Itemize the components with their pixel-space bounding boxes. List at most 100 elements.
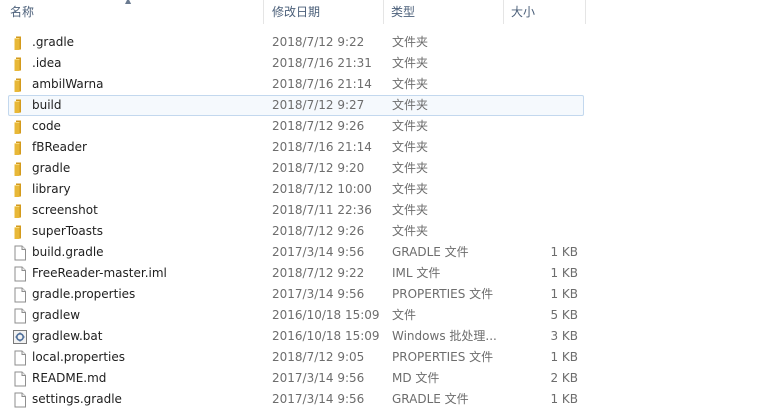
file-modified-date: 2018/7/16 21:14 (272, 140, 372, 154)
file-icon (12, 371, 28, 387)
column-header-type[interactable]: 类型 (384, 0, 504, 24)
column-header-date[interactable]: 修改日期 (264, 0, 384, 24)
file-size: 2 KB (550, 371, 578, 385)
file-size (509, 33, 578, 52)
batch-file-icon (12, 329, 28, 345)
folder-row[interactable]: superToasts 2018/7/12 9:26 文件夹 (8, 221, 584, 242)
file-name: screenshot (32, 203, 98, 217)
file-row[interactable]: settings.gradle 2017/3/14 9:56 GRADLE 文件 1 … (8, 389, 584, 409)
file-row[interactable]: FreeReader-master.iml 2018/7/12 9:22 IML 文… (8, 263, 584, 284)
file-type: 文件夹 (392, 182, 429, 196)
file-name: fBReader (32, 140, 87, 154)
column-header-size-label: 大小 (511, 5, 536, 19)
folder-icon (12, 224, 28, 240)
folder-icon (12, 77, 28, 93)
column-header-bar: 名称 ▲ 修改日期 类型 大小 (0, 0, 586, 24)
folder-icon (12, 161, 28, 177)
file-name: FreeReader-master.iml (32, 266, 167, 280)
folder-icon (12, 119, 28, 135)
file-size (509, 54, 578, 73)
file-size (509, 159, 578, 178)
file-type: IML 文件 (392, 266, 441, 280)
folder-row[interactable]: library 2018/7/12 10:00 文件夹 (8, 179, 584, 200)
file-size: 1 KB (550, 392, 578, 406)
file-name: README.md (32, 371, 107, 385)
file-name: .idea (32, 56, 62, 70)
file-name: build.gradle (32, 245, 104, 259)
folder-icon (12, 98, 28, 114)
column-header-type-label: 类型 (391, 5, 416, 19)
file-icon (12, 266, 28, 282)
file-type: MD 文件 (392, 371, 440, 385)
file-icon (12, 308, 28, 324)
file-row[interactable]: local.properties 2018/7/12 9:05 PROPERTIES… (8, 347, 584, 368)
folder-icon (12, 182, 28, 198)
folder-row[interactable]: fBReader 2018/7/16 21:14 文件夹 (8, 137, 584, 158)
file-icon (12, 350, 28, 366)
file-size: 1 KB (550, 245, 578, 259)
file-modified-date: 2017/3/14 9:56 (272, 245, 365, 259)
file-modified-date: 2018/7/12 9:27 (272, 98, 365, 112)
file-type: 文件夹 (392, 77, 429, 91)
file-name: gradle (32, 161, 71, 175)
file-icon (12, 245, 28, 261)
folder-row[interactable]: gradle 2018/7/12 9:20 文件夹 (8, 158, 584, 179)
file-modified-date: 2017/3/14 9:56 (272, 392, 365, 406)
file-modified-date: 2018/7/11 22:36 (272, 203, 372, 217)
file-type: 文件夹 (392, 98, 429, 112)
file-name: gradlew (32, 308, 81, 322)
file-row[interactable]: build.gradle 2017/3/14 9:56 GRADLE 文件 1 KB (8, 242, 584, 263)
file-modified-date: 2018/7/12 9:26 (272, 224, 365, 238)
file-type: 文件夹 (392, 224, 429, 238)
file-modified-date: 2017/3/14 9:56 (272, 371, 365, 385)
file-modified-date: 2018/7/16 21:14 (272, 77, 372, 91)
column-header-size[interactable]: 大小 (504, 0, 586, 24)
file-size: 5 KB (550, 308, 578, 322)
folder-row[interactable]: ambilWarna 2018/7/16 21:14 文件夹 (8, 74, 584, 95)
file-modified-date: 2016/10/18 15:09 (272, 308, 380, 322)
folder-row[interactable]: build 2018/7/12 9:27 文件夹 (8, 95, 584, 116)
file-modified-date: 2016/10/18 15:09 (272, 329, 380, 343)
file-row[interactable]: gradle.properties 2017/3/14 9:56 PROPERTIE… (8, 284, 584, 305)
file-type: 文件夹 (392, 56, 429, 70)
file-name: code (32, 119, 61, 133)
file-size (509, 201, 578, 220)
column-header-name[interactable]: 名称 ▲ (0, 0, 264, 24)
file-type: PROPERTIES 文件 (392, 287, 494, 301)
file-size: 1 KB (550, 266, 578, 280)
file-row[interactable]: gradlew.bat 2016/10/18 15:09 Windows 批处理..… (8, 326, 584, 347)
file-modified-date: 2018/7/12 9:26 (272, 119, 365, 133)
column-header-name-label: 名称 (10, 5, 35, 19)
folder-row[interactable]: .idea 2018/7/16 21:31 文件夹 (8, 53, 584, 74)
folder-row[interactable]: code 2018/7/12 9:26 文件夹 (8, 116, 584, 137)
folder-row[interactable]: screenshot 2018/7/11 22:36 文件夹 (8, 200, 584, 221)
file-size: 1 KB (550, 287, 578, 301)
file-row[interactable]: gradlew 2016/10/18 15:09 文件 5 KB (8, 305, 584, 326)
file-size (509, 138, 578, 157)
file-name: ambilWarna (32, 77, 104, 91)
file-name: library (32, 182, 71, 196)
file-type: PROPERTIES 文件 (392, 350, 494, 364)
file-row[interactable]: README.md 2017/3/14 9:56 MD 文件 2 KB (8, 368, 584, 389)
folder-row[interactable]: .gradle 2018/7/12 9:22 文件夹 (8, 32, 584, 53)
file-name: gradlew.bat (32, 329, 103, 343)
folder-icon (12, 140, 28, 156)
file-name: superToasts (32, 224, 103, 238)
file-size: 3 KB (550, 329, 578, 343)
file-size (509, 117, 578, 136)
file-name: .gradle (32, 35, 75, 49)
file-type: GRADLE 文件 (392, 392, 469, 406)
file-name: gradle.properties (32, 287, 136, 301)
file-size: 1 KB (550, 350, 578, 364)
file-explorer: 名称 ▲ 修改日期 类型 大小 .gradle 2018/7/12 9:22 文件夹… (0, 0, 760, 409)
folder-icon (12, 35, 28, 51)
file-size (509, 96, 578, 115)
file-modified-date: 2018/7/12 9:22 (272, 266, 365, 280)
file-name: build (32, 98, 62, 112)
file-size (509, 75, 578, 94)
file-size (509, 222, 578, 241)
file-modified-date: 2017/3/14 9:56 (272, 287, 365, 301)
file-type: 文件夹 (392, 119, 429, 133)
file-icon (12, 287, 28, 303)
folder-icon (12, 203, 28, 219)
